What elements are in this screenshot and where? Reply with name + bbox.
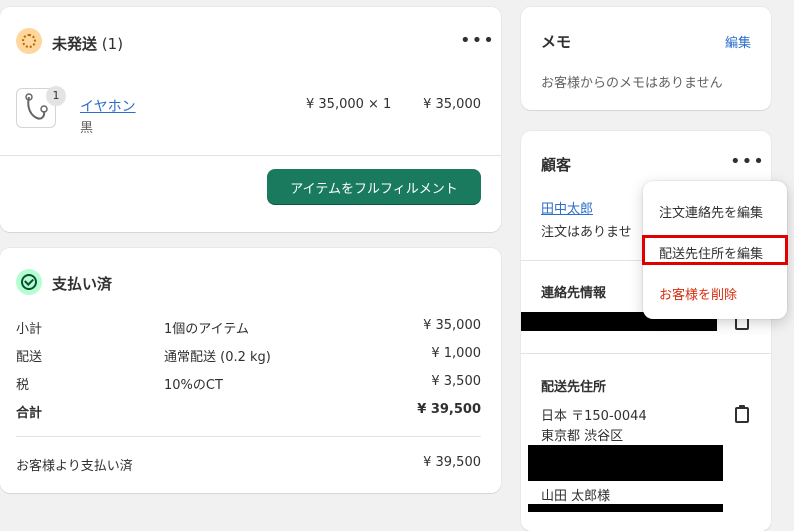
redacted-address [528,445,723,481]
divider [16,436,481,437]
product-unit-price: ¥ 35,000 × 1 [306,97,392,112]
paid-title: 支払い済 [52,275,113,293]
product-name-link[interactable]: イヤホン [80,96,136,116]
redacted-address-2 [528,504,723,512]
product-variant: 黒 [80,121,94,136]
tax-detail: 10%のCT [164,378,223,393]
unfulfilled-title-text: 未発送 [52,35,98,53]
shipping-detail: 通常配送 (0.2 kg) [164,350,271,365]
fulfill-items-button[interactable]: アイテムをフルフィルメント [267,169,481,205]
shipping-address-title: 配送先住所 [541,380,607,395]
customer-orders-text: 注文はありませ [541,225,632,240]
memo-empty-text: お客様からのメモはありません [541,76,723,91]
recipient-name: 山田 太郎様 [541,489,611,504]
unfulfilled-count: (1) [101,35,124,53]
subtotal-amount: ¥ 35,000 [423,318,481,333]
tax-label: 税 [16,378,30,393]
product-total: ¥ 35,000 [423,97,481,112]
menu-item-delete-customer[interactable]: お客様を削除 [659,284,737,303]
subtotal-label: 小計 [16,322,43,337]
copy-address-icon[interactable] [735,405,749,423]
divider [0,155,501,156]
divider [521,353,771,354]
subtotal-detail: 1個のアイテム [164,322,249,337]
memo-edit-link[interactable]: 編集 [725,32,751,51]
customer-title: 顧客 [541,156,572,174]
paid-by-customer-amount: ¥ 39,500 [423,455,481,470]
customer-name-link[interactable]: 田中太郎 [541,198,593,217]
total-label: 合計 [16,406,43,421]
unfulfilled-more-icon[interactable]: ••• [460,32,495,50]
shipping-label: 配送 [16,350,43,365]
check-icon [24,276,34,286]
shipping-amount: ¥ 1,000 [431,346,481,361]
quantity-badge: 1 [46,86,66,106]
unfulfilled-status-icon [16,28,42,54]
paid-status-icon [16,269,42,295]
memo-card: メモ 編集 お客様からのメモはありません [521,7,771,110]
highlight-box [642,235,788,265]
contact-info-title: 連絡先情報 [541,286,607,301]
paid-by-customer-label: お客様より支払い済 [16,459,133,474]
address-line2: 東京都 渋谷区 [541,429,624,444]
memo-title: メモ [541,33,572,51]
unfulfilled-title: 未発送 (1) [52,33,123,54]
menu-item-edit-contact[interactable]: 注文連絡先を編集 [659,202,763,221]
total-amount: ¥ 39,500 [417,402,481,417]
tax-amount: ¥ 3,500 [431,374,481,389]
address-line1: 日本 〒150-0044 [541,409,647,424]
customer-more-icon[interactable]: ••• [730,153,765,171]
